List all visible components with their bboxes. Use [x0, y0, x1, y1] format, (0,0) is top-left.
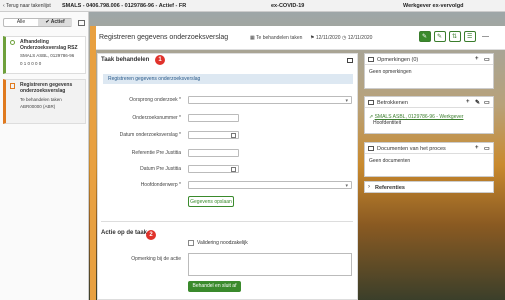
list-view-button[interactable]: ☰: [464, 31, 476, 42]
involved-header: Betrokkenen + ✎ ▭: [365, 97, 493, 108]
list-icon: ☰: [467, 34, 473, 40]
edit-alt-button[interactable]: ✎: [434, 31, 446, 42]
task-title: Registreren gegevens onderzoeksverslag: [20, 82, 73, 94]
step-badge-1: 1: [155, 55, 165, 65]
category-label: ex-COVID-19: [271, 3, 305, 9]
investigation-number-label: Onderzoeksnummer *: [132, 115, 181, 121]
remarks-panel: Opmerkingen (0) + ▭ Geen opmerkingen: [364, 53, 494, 89]
report-date-input[interactable]: [188, 131, 239, 139]
people-icon: [368, 100, 374, 105]
remarks-empty-text: Geen opmerkingen: [369, 69, 412, 75]
chevron-down-icon: ▾: [345, 183, 348, 189]
top-header-bar: SMALS - 0406.798.006 - 0129786-96 - Acti…: [0, 0, 505, 12]
documents-panel: Documenten van het proces + ▭ Geen docum…: [364, 142, 494, 177]
task-title: Afhandeling Onderzoeksverslag RSZ: [20, 39, 78, 51]
employer-status: Werkgever ex-vervolgd: [403, 3, 464, 9]
edit-button[interactable]: ✎: [419, 31, 431, 42]
chevron-right-icon: ›: [368, 184, 370, 190]
action-section-title: Actie op de taak: [101, 230, 148, 236]
action-note-label: Opmerking bij de actie: [131, 256, 181, 262]
calendar-icon[interactable]: [231, 167, 236, 172]
prejustitia-ref-label: Referentie Pre Justitia: [131, 150, 181, 156]
calendar-icon[interactable]: [231, 133, 236, 138]
comment-icon: [368, 57, 374, 62]
pencil-icon[interactable]: ✎: [475, 99, 480, 106]
copy-icon[interactable]: [78, 20, 85, 26]
filter-all[interactable]: Alle: [4, 19, 38, 26]
flag-date-meta: ⚑ 12/11/2020: [310, 35, 341, 41]
references-panel[interactable]: › Referenties: [364, 181, 494, 193]
expand-icon[interactable]: ▭: [484, 56, 490, 63]
page-title: Registreren gegevens onderzoeksverslag: [99, 34, 229, 41]
origin-label: Oorsprong onderzoek *: [129, 97, 181, 103]
task-filter-toggle[interactable]: Alle ✔ Actief: [3, 18, 72, 27]
add-document-button[interactable]: +: [475, 145, 479, 151]
task-card-registreren[interactable]: Registreren gegevens onderzoeksverslag T…: [3, 79, 86, 124]
step-badge-2: 2: [146, 230, 156, 240]
investigation-number-input[interactable]: [188, 114, 239, 122]
section-divider: [101, 221, 353, 222]
remarks-header: Opmerkingen (0) + ▭: [365, 54, 493, 65]
task-section-title: Taak behandelen: [101, 57, 150, 63]
task-card-afhandeling[interactable]: Afhandeling Onderzoeksverslag RSZ SMALS …: [3, 36, 86, 74]
expand-icon[interactable]: ▭: [484, 99, 490, 106]
involved-entry: ⇗ SMALS ASBL, 0129786-96 - Werkgever Hoo…: [369, 114, 493, 126]
handle-and-close-button[interactable]: Behandel en sluit af: [188, 281, 241, 292]
validation-checkbox-label: Validering noodzakelijk: [197, 240, 248, 246]
back-to-tasklist-link[interactable]: ‹ Terug naar takenlijst: [3, 3, 51, 9]
task-status-meta: ▦ Te behandelen taken: [250, 35, 303, 41]
prejustitia-date-label: Datum Pre Justitia: [140, 166, 181, 172]
clock-date-meta: ◷ 12/11/2020: [342, 35, 373, 41]
add-remark-button[interactable]: +: [475, 56, 479, 62]
expand-icon[interactable]: ▭: [484, 145, 490, 152]
main-subject-label: Hoofdonderwerp *: [140, 182, 181, 188]
company-info: SMALS - 0406.798.006 - 0129786-96 - Acti…: [62, 3, 187, 9]
task-subtitle: SMALS ASBL, 0129786-96: [20, 53, 75, 58]
filter-active[interactable]: ✔ Actief: [38, 19, 72, 26]
check-circle-icon: [10, 40, 15, 45]
action-note-textarea[interactable]: [188, 253, 352, 276]
involved-panel: Betrokkenen + ✎ ▭ ⇗ SMALS ASBL, 0129786-…: [364, 96, 494, 134]
pencil-icon: ✎: [437, 34, 443, 40]
validation-checkbox[interactable]: [188, 240, 194, 246]
panel-icon: [347, 58, 353, 63]
add-involved-button[interactable]: +: [466, 99, 470, 105]
documents-header: Documenten van het proces + ▭: [365, 143, 493, 154]
main-subject-select[interactable]: ▾: [188, 181, 352, 189]
columns-icon: ⇅: [452, 34, 458, 40]
split-view-button[interactable]: ⇅: [449, 31, 461, 42]
chevron-down-icon: ▾: [345, 98, 348, 104]
save-data-button[interactable]: Gegevens opslaan: [188, 196, 234, 207]
document-icon: [10, 83, 15, 89]
documents-empty-text: Geen documenten: [369, 158, 411, 164]
report-date-label: Datum onderzoeksverslag *: [119, 132, 181, 138]
pencil-icon: ✎: [422, 34, 428, 40]
origin-select[interactable]: ▾: [188, 96, 352, 104]
document-icon: [368, 146, 374, 151]
info-banner: Registreren gegevens onderzoeksverslag: [103, 74, 353, 84]
task-note: Te behandelen taken: [20, 97, 62, 102]
prejustitia-ref-input[interactable]: [188, 149, 239, 157]
prejustitia-date-input[interactable]: [188, 165, 239, 173]
minimize-icon[interactable]: —: [482, 33, 489, 40]
task-counts: 0 1 0 0 0 0: [20, 61, 42, 66]
task-owner: ABR00000 (ABR): [20, 104, 56, 109]
involved-role: Hoofdentiteit: [373, 120, 402, 126]
